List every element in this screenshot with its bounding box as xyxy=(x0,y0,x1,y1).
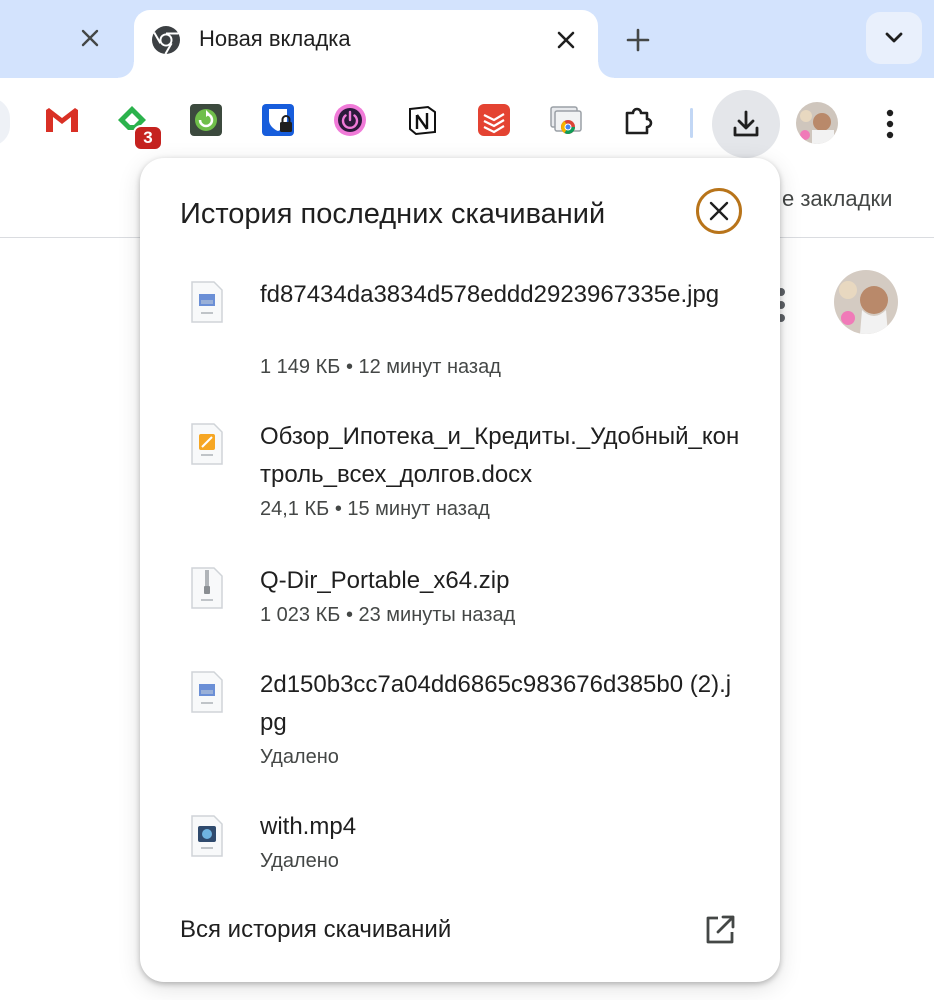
inactive-tab-close-button[interactable] xyxy=(74,22,106,54)
gmail-extension-button[interactable] xyxy=(44,102,80,138)
open-in-new-tab-button[interactable] xyxy=(702,912,738,948)
bitwarden-extension-button[interactable] xyxy=(260,102,296,138)
close-icon xyxy=(81,29,99,47)
toolbar xyxy=(0,78,934,170)
close-icon xyxy=(557,31,575,49)
download-item-name: Обзор_Ипотека_и_Кредиты._Удобный_контрол… xyxy=(260,423,740,488)
image-file-icon xyxy=(191,671,223,713)
power-icon xyxy=(334,104,366,136)
close-icon xyxy=(709,201,729,221)
feedly-badge: 3 xyxy=(133,125,163,151)
download-item-status: 1 149 КБ • 12 минут назад xyxy=(260,356,501,378)
todoist-icon xyxy=(478,104,510,136)
gmail-icon xyxy=(46,108,78,132)
plus-icon xyxy=(626,28,650,52)
chrome-icon xyxy=(152,26,180,55)
extensions-button[interactable] xyxy=(620,102,656,138)
notion-extension-button[interactable] xyxy=(404,102,440,138)
doc-file-icon xyxy=(191,423,223,465)
omnibox[interactable] xyxy=(0,98,10,146)
full-download-history-link[interactable]: Вся история скачиваний xyxy=(180,916,451,944)
chrome-menu-button[interactable] xyxy=(872,102,908,146)
bubble-close-button[interactable] xyxy=(696,188,742,234)
more-vert-icon xyxy=(886,109,894,139)
active-tab[interactable]: Новая вкладка xyxy=(118,10,614,78)
bitwarden-icon xyxy=(262,104,294,136)
refresh-extension-icon xyxy=(190,104,222,136)
toolbar-separator xyxy=(690,108,693,138)
video-file-icon xyxy=(191,815,223,857)
download-item-status: 1 023 КБ • 23 минуты назад xyxy=(260,604,516,626)
profile-avatar-button[interactable] xyxy=(796,102,838,144)
downloads-bubble: История последних скачиваний fd87434da38… xyxy=(140,158,780,982)
tab-strip: Новая вкладка xyxy=(0,0,934,78)
download-icon xyxy=(733,110,759,137)
all-bookmarks-link[interactable]: е закладки xyxy=(782,186,892,212)
chrome-remote-desktop-icon xyxy=(550,106,582,134)
image-file-icon xyxy=(191,281,223,323)
downloads-button[interactable] xyxy=(712,90,780,158)
zip-file-icon xyxy=(191,567,223,609)
todoist-extension-button[interactable] xyxy=(476,102,512,138)
puzzle-icon xyxy=(625,107,653,135)
download-item-name: fd87434da3834d578eddd2923967335e.jpg xyxy=(260,281,720,308)
tab-close-button[interactable] xyxy=(548,22,584,58)
download-item-status: Удалено xyxy=(260,746,339,768)
tab-title: Новая вкладка xyxy=(199,26,351,51)
chevron-down-icon xyxy=(885,32,903,43)
remote-desktop-extension-button[interactable] xyxy=(548,102,584,138)
new-tab-button[interactable] xyxy=(620,22,656,58)
tab-search-button[interactable] xyxy=(866,12,922,64)
download-item-name: Q-Dir_Portable_x64.zip xyxy=(260,567,510,594)
open-in-new-icon xyxy=(706,915,735,944)
power-extension-button[interactable] xyxy=(332,102,368,138)
bubble-title: История последних скачиваний xyxy=(180,198,606,230)
avatar xyxy=(834,270,898,334)
download-item-name: 2d150b3cc7a04dd6865c983676d385b0 (2).jpg xyxy=(260,671,732,736)
download-item-status: 24,1 КБ • 15 минут назад xyxy=(260,498,490,520)
page-profile-avatar[interactable] xyxy=(834,270,898,334)
avatar xyxy=(796,102,838,144)
refresh-extension-button[interactable] xyxy=(188,102,224,138)
download-item-status: Удалено xyxy=(260,850,339,872)
notion-icon xyxy=(409,105,436,136)
download-item-name: with.mp4 xyxy=(260,813,357,840)
